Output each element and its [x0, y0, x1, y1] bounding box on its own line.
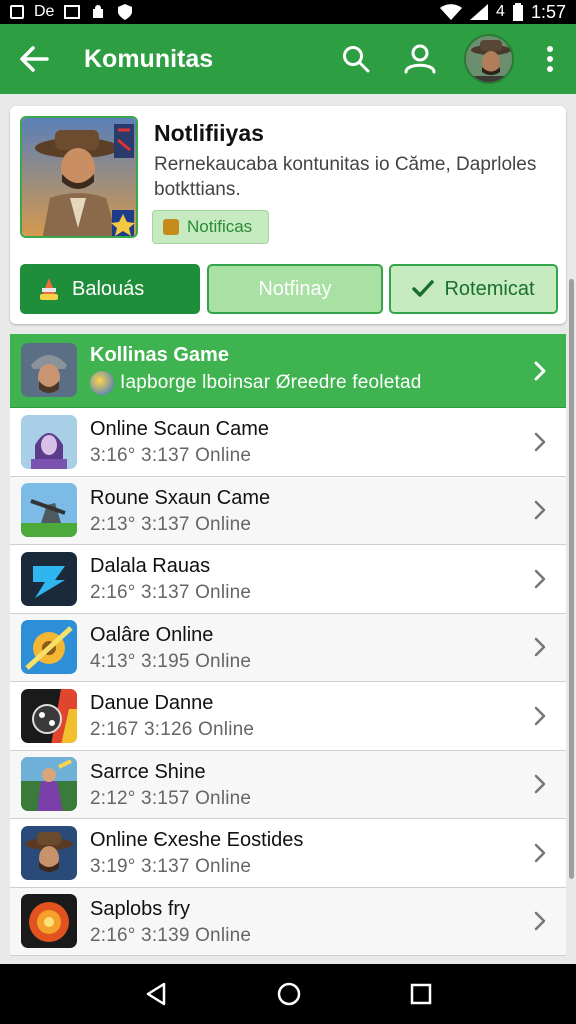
chevron-right-icon: [534, 912, 546, 931]
card-description: Rernekaucaba kontunitas io Căme, Daprlol…: [154, 154, 537, 200]
notification-card: Notlifiiyas Rernekaucaba kontunitas io C…: [10, 106, 566, 324]
game-thumbnail: [21, 688, 77, 743]
wifi-icon: [440, 4, 463, 20]
game-thumbnail: [21, 894, 77, 949]
item-name: Oalâre Online: [90, 623, 214, 646]
notfinay-label: Notfinay: [258, 277, 332, 300]
app-bar: Komunitas: [0, 24, 576, 94]
list-item[interactable]: Online Єxeshe Eostides 3:19° 3:137 Onlin…: [10, 819, 566, 888]
list-item[interactable]: Dalala Rauas 2:16° 3:137 Online: [10, 545, 566, 614]
game-art-image: [20, 116, 138, 238]
notfinay-button[interactable]: Notfinay: [207, 264, 383, 314]
back-button[interactable]: [14, 39, 54, 79]
status-bar: De 4 1:57: [0, 0, 576, 24]
item-subtitle: 2:16° 3:137 Online: [90, 582, 252, 603]
badge-label: Notificas: [187, 217, 253, 236]
notification-square-icon: [10, 5, 24, 19]
rotemicat-button[interactable]: Rotemicat: [389, 264, 558, 314]
nav-recents-icon[interactable]: [410, 983, 432, 1005]
chevron-right-icon: [534, 706, 546, 725]
item-subtitle: 2:167 3:126 Online: [90, 719, 255, 740]
search-button[interactable]: [336, 39, 376, 79]
game-list: Kollinas Game Iapborge lboinsar Øreedre …: [10, 334, 566, 956]
profile-button[interactable]: [400, 39, 440, 79]
balouas-button[interactable]: Balouás: [20, 264, 200, 314]
item-name: Roune Sxaun Came: [90, 486, 271, 509]
battery-icon: [512, 3, 523, 21]
avatar[interactable]: [464, 34, 514, 84]
game-thumbnail: [21, 483, 77, 538]
balouas-label: Balouás: [72, 277, 145, 300]
item-name: Danue Danne: [90, 692, 214, 714]
item-subtitle: 2:12° 3:157 Online: [90, 787, 252, 809]
check-icon: [412, 280, 435, 297]
item-name: Online Єxeshe Eostides: [90, 829, 304, 851]
game-thumbnail: [21, 620, 77, 675]
item-name: Saplobs fry: [90, 897, 191, 920]
chevron-right-icon: [534, 843, 546, 862]
item-subtitle: 3:19° 3:137 Online: [90, 856, 252, 877]
back-arrow-icon: [20, 46, 49, 72]
card-title: Notlifiiyas: [154, 120, 264, 146]
status-left-text: De: [34, 3, 55, 20]
content-area[interactable]: Notlifiiyas Rernekaucaba kontunitas io C…: [0, 94, 576, 964]
chevron-right-icon: [534, 569, 546, 588]
signal-icon: [470, 4, 489, 20]
chevron-right-icon: [534, 361, 546, 380]
game-thumbnail: [21, 551, 77, 606]
rotemicat-label: Rotemicat: [444, 277, 535, 300]
scrollbar[interactable]: [569, 279, 574, 879]
item-subtitle-row: Iapborge lboinsar Øreedre feoletad: [90, 371, 422, 395]
globe-icon: [90, 371, 114, 395]
item-name: Dalala Rauas: [90, 555, 211, 577]
gallery-icon: [64, 5, 81, 19]
android-icon: [93, 5, 104, 18]
chevron-right-icon: [534, 775, 546, 794]
profile-icon: [404, 44, 436, 74]
gift-icon: [163, 219, 179, 235]
item-name: Online Scaun Came: [90, 418, 269, 440]
more-vert-icon: [547, 46, 553, 72]
item-subtitle: 3:16° 3:137 Online: [90, 445, 252, 466]
game-thumbnail: [21, 343, 77, 397]
list-item[interactable]: Saplobs fry 2:16° 3:139 Online: [10, 887, 566, 956]
list-item[interactable]: Oalâre Online 4:13° 3:195 Online: [10, 613, 566, 682]
list-item[interactable]: Kollinas Game Iapborge lboinsar Øreedre …: [10, 334, 566, 408]
chevron-right-icon: [534, 432, 546, 451]
clock: 1:57: [530, 1, 566, 22]
game-thumbnail: [21, 414, 77, 469]
navigation-bar: [0, 964, 576, 1024]
battery-level: 4: [496, 3, 505, 20]
more-options-button[interactable]: [538, 39, 562, 79]
search-icon: [343, 46, 370, 73]
item-subtitle: 2:13° 3:137 Online: [90, 513, 252, 535]
nav-back-icon[interactable]: [144, 981, 168, 1007]
avatar-image: [466, 36, 512, 82]
game-thumbnail: [21, 757, 77, 812]
list-item[interactable]: Roune Sxaun Came 2:13° 3:137 Online: [10, 476, 566, 545]
item-subtitle: 2:16° 3:139 Online: [90, 924, 252, 946]
item-name: Sarrce Shine: [90, 760, 206, 783]
chevron-right-icon: [534, 501, 546, 520]
cake-icon: [40, 278, 58, 300]
list-item[interactable]: Danue Danne 2:167 3:126 Online: [10, 682, 566, 751]
notification-badge[interactable]: Notificas: [152, 210, 270, 244]
item-name: Kollinas Game: [90, 344, 229, 366]
list-item[interactable]: Sarrce Shine 2:12° 3:157 Online: [10, 750, 566, 819]
nav-home-icon[interactable]: [276, 981, 302, 1007]
game-thumbnail: [21, 825, 77, 880]
page-title: Komunitas: [84, 44, 214, 73]
item-subtitle: Iapborge lboinsar Øreedre feoletad: [120, 372, 422, 393]
list-item[interactable]: Online Scaun Came 3:16° 3:137 Online: [10, 408, 566, 477]
item-subtitle: 4:13° 3:195 Online: [90, 650, 252, 672]
chevron-right-icon: [534, 638, 546, 657]
shield-icon: [118, 4, 133, 20]
